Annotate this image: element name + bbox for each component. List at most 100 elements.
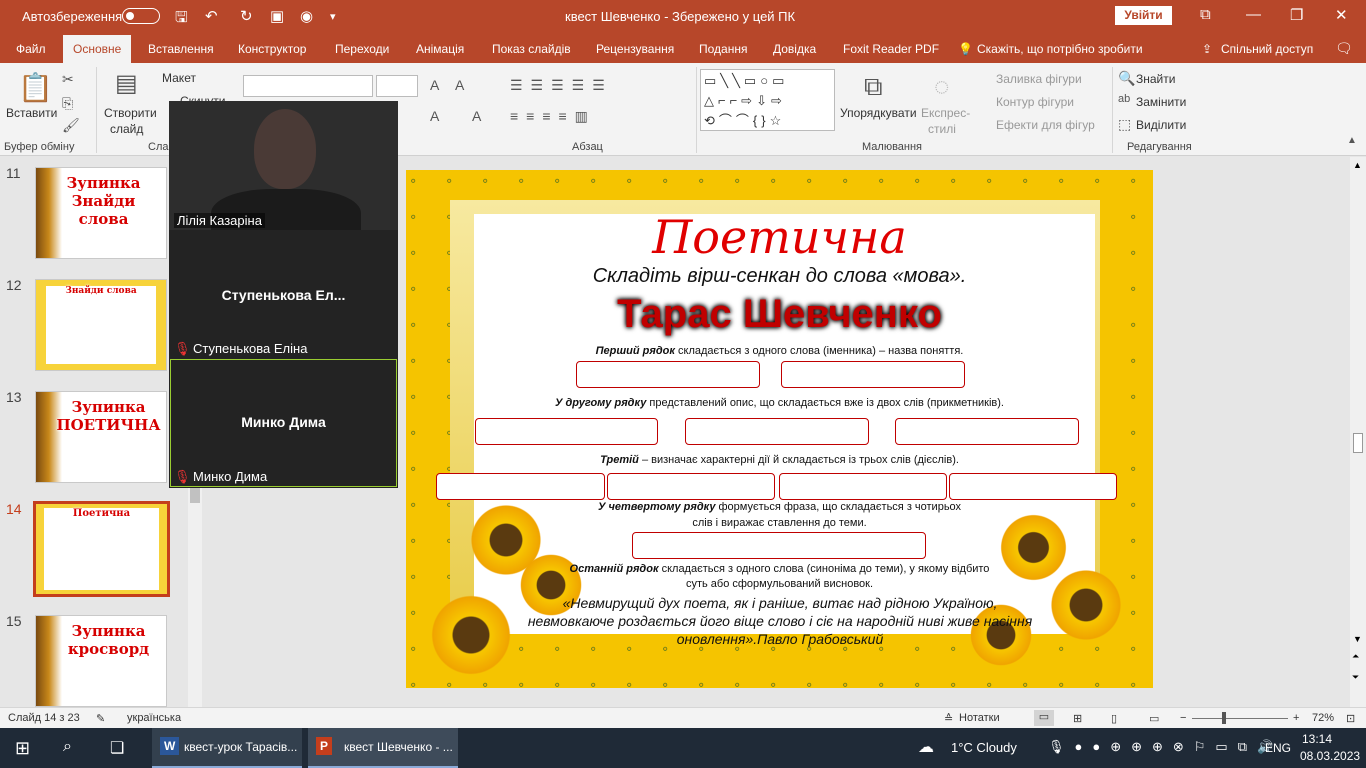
- quick-styles-label[interactable]: стилі: [928, 122, 956, 136]
- save-icon[interactable]: 🖫: [175, 7, 188, 32]
- thumbnail-slide-11[interactable]: Зупинка Знайди слова: [35, 167, 167, 259]
- zoom-slider[interactable]: [1192, 718, 1288, 719]
- replace-icon[interactable]: ab: [1118, 93, 1130, 105]
- thumbnail-slide-15[interactable]: Зупинка кросворд: [35, 615, 167, 707]
- camera-icon[interactable]: ◉: [300, 7, 313, 25]
- answer-box-3b[interactable]: [607, 473, 775, 500]
- ribbon-display-icon[interactable]: ⧉: [1200, 6, 1211, 23]
- participant-3-tile[interactable]: Минко Дима: [169, 414, 398, 430]
- tab-insert[interactable]: Вставлення: [148, 42, 214, 56]
- format-painter-icon[interactable]: 🖌: [62, 117, 80, 134]
- collapse-ribbon-icon[interactable]: ▲: [1347, 135, 1357, 146]
- slideshow-icon[interactable]: ▣: [270, 7, 284, 25]
- tab-animations[interactable]: Анімація: [416, 42, 464, 56]
- answer-box-2b[interactable]: [685, 418, 869, 445]
- participant-2-tile[interactable]: Ступенькова Ел...: [169, 287, 398, 303]
- quick-styles-icon[interactable]: ◌: [934, 71, 949, 102]
- zoom-level[interactable]: 72%: [1312, 712, 1334, 724]
- language-status[interactable]: українська: [127, 712, 181, 724]
- answer-box-2a[interactable]: [475, 418, 658, 445]
- share-button[interactable]: Спільний доступ: [1221, 42, 1313, 56]
- arrange-icon[interactable]: ⧉: [864, 71, 883, 103]
- maximize-icon[interactable]: ❐: [1290, 6, 1303, 24]
- zoom-in-icon[interactable]: +: [1293, 712, 1299, 724]
- font-family-combo[interactable]: [243, 75, 373, 97]
- tab-foxit[interactable]: Foxit Reader PDF: [843, 42, 939, 56]
- shape-fill-button[interactable]: Заливка фігури: [996, 72, 1082, 86]
- replace-button[interactable]: Замінити: [1136, 95, 1186, 109]
- input-language[interactable]: ENG: [1265, 741, 1291, 755]
- fit-slide-icon[interactable]: ⊡: [1346, 712, 1355, 725]
- tab-design[interactable]: Конструктор: [238, 42, 306, 56]
- new-slide-label[interactable]: слайд: [110, 122, 143, 136]
- zoom-out-icon[interactable]: −: [1180, 712, 1186, 724]
- thumbnail-slide-13[interactable]: Зупинка ПОЕТИЧНА: [35, 391, 167, 483]
- list-icons[interactable]: ☰☰☰☰☰: [510, 77, 613, 94]
- shape-outline-button[interactable]: Контур фігури: [996, 95, 1074, 109]
- shape-effects-button[interactable]: Ефекти для фігур: [996, 118, 1095, 132]
- align-icons[interactable]: ≡≡≡≡▥: [510, 108, 596, 125]
- arrange-button[interactable]: Упорядкувати: [840, 106, 917, 120]
- tab-slideshow[interactable]: Показ слайдів: [492, 42, 571, 56]
- increase-font-icon[interactable]: A: [430, 77, 439, 93]
- copy-icon[interactable]: ⎘: [62, 95, 73, 112]
- comments-icon[interactable]: 🗨: [1335, 40, 1353, 57]
- reading-view-icon[interactable]: ▯: [1111, 712, 1117, 725]
- search-icon[interactable]: ⌕: [63, 738, 72, 756]
- tray-icons[interactable]: 🎙●●⊕⊕⊕⊗⚐▭⧉🔊: [1048, 739, 1283, 755]
- slide-sorter-icon[interactable]: ⊞: [1073, 712, 1082, 725]
- tab-transitions[interactable]: Переходи: [335, 42, 389, 56]
- autosave-toggle[interactable]: [122, 8, 160, 24]
- answer-box-1b[interactable]: [781, 361, 965, 388]
- tab-file[interactable]: Файл: [16, 42, 46, 56]
- font-color-icon[interactable]: A: [472, 108, 481, 124]
- new-slide-icon[interactable]: ▤: [115, 69, 138, 98]
- find-button[interactable]: Знайти: [1136, 72, 1175, 86]
- zoom-slider-thumb[interactable]: [1222, 712, 1226, 724]
- paste-icon[interactable]: 📋: [18, 71, 53, 104]
- tell-me-search[interactable]: Скажіть, що потрібно зробити: [977, 42, 1143, 56]
- taskbar-app-word[interactable]: W квест-урок Тарасів...: [152, 728, 302, 768]
- clear-format-icon[interactable]: A: [430, 108, 439, 124]
- tab-review[interactable]: Рецензування: [596, 42, 674, 56]
- quick-styles-button[interactable]: Експрес-: [921, 106, 970, 120]
- undo-icon[interactable]: ↶: [205, 7, 218, 25]
- shapes-gallery[interactable]: ▭╲╲▭○▭ △⌐⌐⇨⇩⇨ ⟲⌒⌒{}☆: [700, 69, 835, 131]
- paste-button[interactable]: Вставити: [6, 106, 57, 120]
- task-view-icon[interactable]: ❏: [110, 738, 124, 758]
- close-icon[interactable]: ✕: [1335, 6, 1348, 24]
- windows-start-icon[interactable]: ⊞: [15, 738, 30, 759]
- slideshow-view-icon[interactable]: ▭: [1149, 712, 1159, 725]
- decrease-font-icon[interactable]: A: [455, 77, 464, 93]
- answer-box-3c[interactable]: [779, 473, 947, 500]
- notes-icon[interactable]: ≙: [944, 712, 953, 725]
- select-button[interactable]: Виділити: [1136, 118, 1186, 132]
- share-icon[interactable]: ⇪: [1202, 42, 1212, 56]
- cut-icon[interactable]: ✂: [62, 71, 74, 88]
- customize-icon[interactable]: ▾: [330, 10, 336, 23]
- weather-text[interactable]: 1°C Cloudy: [951, 740, 1017, 755]
- thumbnail-slide-14[interactable]: Поетична: [33, 501, 170, 597]
- slide-scrollbar[interactable]: ▲ ▼ ⏶ ⏷: [1350, 157, 1366, 707]
- select-icon[interactable]: ⬚: [1118, 116, 1131, 133]
- answer-box-3d[interactable]: [949, 473, 1117, 500]
- signin-button[interactable]: Увійти: [1115, 6, 1172, 25]
- taskbar-app-powerpoint[interactable]: P квест Шевченко - ...: [308, 728, 458, 768]
- notes-button[interactable]: Нотатки: [959, 712, 1000, 724]
- clock-time[interactable]: 13:14: [1302, 732, 1332, 746]
- font-size-combo[interactable]: [376, 75, 418, 97]
- answer-box-1a[interactable]: [576, 361, 760, 388]
- tab-home[interactable]: Основне: [63, 35, 132, 63]
- answer-box-3a[interactable]: [436, 473, 605, 500]
- layout-button[interactable]: Макет: [162, 71, 196, 85]
- thumbnail-slide-12[interactable]: Знайди слова: [35, 279, 167, 371]
- answer-box-4[interactable]: [632, 532, 926, 559]
- minimize-icon[interactable]: —: [1246, 6, 1261, 23]
- new-slide-button[interactable]: Створити: [104, 106, 157, 120]
- spellcheck-icon[interactable]: ✎: [96, 712, 105, 725]
- answer-box-2c[interactable]: [895, 418, 1079, 445]
- clock-date[interactable]: 08.03.2023: [1300, 749, 1360, 763]
- tab-help[interactable]: Довідка: [773, 42, 816, 56]
- normal-view-icon[interactable]: ▭: [1034, 710, 1054, 726]
- tab-view[interactable]: Подання: [699, 42, 747, 56]
